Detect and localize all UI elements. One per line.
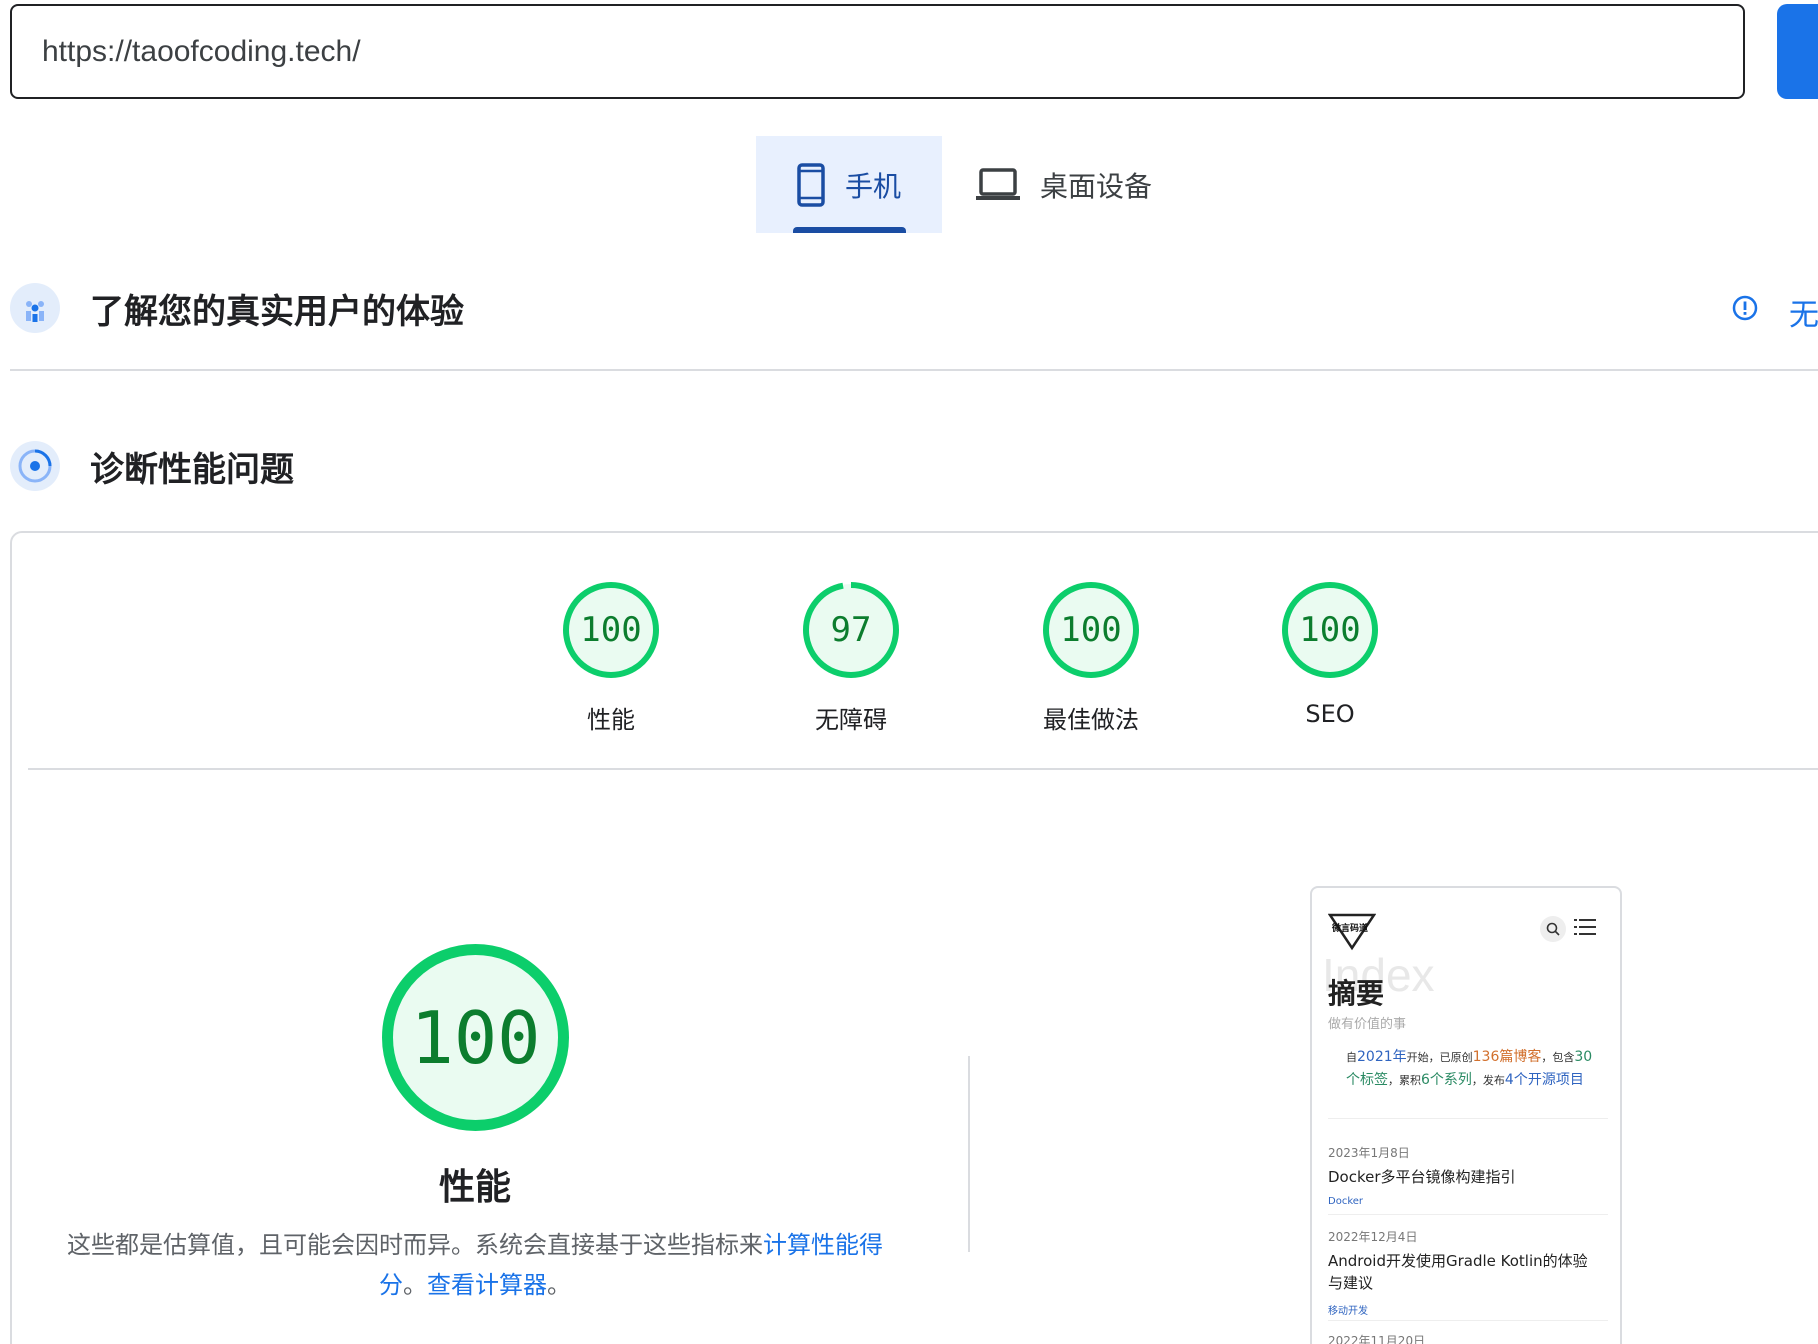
description-end: 。 [547, 1271, 571, 1299]
vertical-divider [968, 1056, 970, 1252]
score-gauge-performance[interactable]: 100 性能 [561, 580, 661, 734]
laptop-icon [976, 167, 1020, 200]
score-label: 最佳做法 [1043, 706, 1139, 734]
score-value: 100 [580, 610, 642, 650]
performance-description: 这些都是估算值，且可能会因时而异。系统会直接基于这些指标来计算性能得分。查看计算… [60, 1225, 890, 1305]
url-input[interactable] [42, 34, 1743, 69]
tab-mobile-label: 手机 [844, 169, 901, 203]
score-label: SEO [1305, 700, 1355, 728]
analyze-button[interactable] [1777, 4, 1818, 99]
post-title: Docker多平台镜像构建指引 [1328, 1168, 1516, 1186]
intro-text: 开始，已原创 [1406, 1051, 1473, 1064]
score-value: 100 [1299, 610, 1361, 650]
performance-title: 性能 [438, 1167, 511, 1208]
post-title: Android开发使用Gradle Kotlin的体验与建议 [1328, 1252, 1588, 1292]
device-tabs: 手机 桌面设备 [756, 136, 1152, 233]
crux-section-header: 了解您的真实用户的体验 [10, 283, 464, 333]
intro-text: 自 [1346, 1051, 1357, 1064]
post-date: 2023年1月8日 [1328, 1146, 1410, 1160]
tab-desktop-label: 桌面设备 [1040, 169, 1153, 203]
tab-mobile[interactable]: 手机 [756, 136, 942, 233]
diagnose-section-header: 诊断性能问题 [10, 441, 294, 491]
performance-score: 100 [410, 995, 541, 1080]
score-label: 无障碍 [815, 706, 887, 734]
post-tag: Docker [1328, 1196, 1364, 1207]
site-intro: 自2021年开始，已原创136篇博客，包含30个标签，累积6个系列，发布4个开源… [1346, 1046, 1596, 1092]
intro-year: 2021年 [1357, 1049, 1407, 1065]
post-divider [1328, 1118, 1608, 1119]
post-date: 2022年12月4日 [1328, 1230, 1418, 1244]
score-value: 97 [830, 610, 872, 650]
score-gauge-seo[interactable]: 100 SEO [1280, 580, 1380, 728]
intro-text: ，发布 [1471, 1074, 1505, 1087]
post-divider [1328, 1320, 1608, 1321]
section-divider [10, 369, 1818, 371]
list-menu-icon [1574, 919, 1596, 935]
intro-posts: 136篇博客 [1472, 1049, 1542, 1065]
calculator-link[interactable]: 查看计算器 [427, 1271, 547, 1299]
gauge-target-icon [10, 441, 60, 491]
diagnose-title: 诊断性能问题 [90, 449, 294, 490]
site-logo-text: 微言码道 [1332, 924, 1369, 934]
site-subtitle: 做有价值的事 [1328, 1017, 1407, 1032]
post-tag: 移动开发 [1328, 1306, 1368, 1317]
crux-info-link[interactable]: 无 [1789, 290, 1818, 334]
description-text: 这些都是估算值，且可能会因时而异。系统会直接基于这些指标来 [67, 1231, 763, 1259]
tab-desktop[interactable]: 桌面设备 [942, 136, 1152, 233]
final-screenshot: 微言码道 Index 摘要 做有价值的事 自2021年开始，已原创136篇博客，… [1310, 886, 1622, 1344]
description-sep: 。 [403, 1271, 427, 1299]
score-value: 100 [1060, 610, 1122, 650]
scores-divider [28, 768, 1818, 770]
post-divider [1328, 1214, 1608, 1215]
score-gauge-best-practices[interactable]: 100 最佳做法 [1041, 580, 1141, 734]
intro-text: ，包含 [1541, 1051, 1575, 1064]
smartphone-icon [797, 162, 825, 207]
post-date: 2022年11月20日 [1328, 1334, 1426, 1344]
crux-title: 了解您的真实用户的体验 [90, 291, 464, 332]
score-gauge-accessibility[interactable]: 97 无障碍 [801, 580, 901, 734]
score-label: 性能 [587, 706, 635, 734]
intro-projects: 4个开源项目 [1504, 1072, 1584, 1088]
url-input-box[interactable] [10, 4, 1745, 99]
performance-big-gauge: 100 [378, 940, 573, 1135]
search-icon [1540, 916, 1566, 942]
site-title: 摘要 [1328, 977, 1385, 1010]
users-chart-icon [10, 283, 60, 333]
info-icon[interactable] [1731, 294, 1759, 322]
intro-series: 6个系列 [1421, 1072, 1472, 1088]
intro-text: ，累积 [1388, 1074, 1421, 1087]
